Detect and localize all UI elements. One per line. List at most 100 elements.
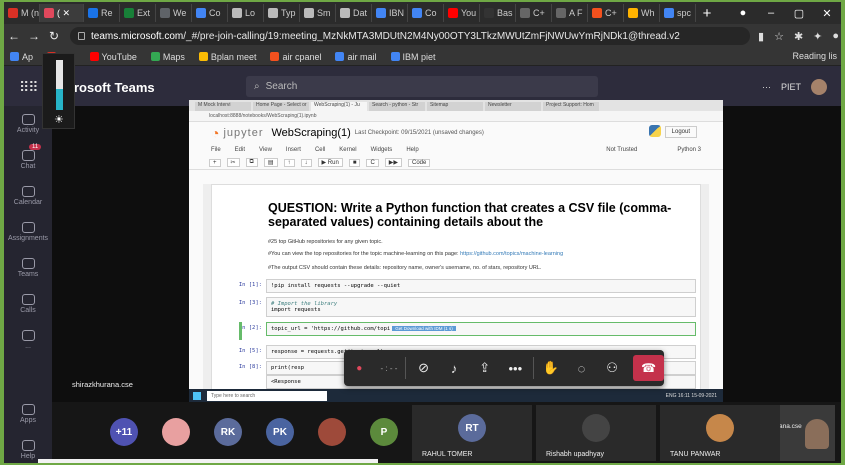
toolbar-button[interactable]: ✂ [226,158,240,167]
chat-icon[interactable]: ◌ [566,350,597,386]
participant-avatar[interactable] [162,418,190,446]
address-bar[interactable]: teams.microsoft.com/_#/pre-join-calling/… [70,27,750,45]
menu-item[interactable]: Insert [286,147,301,153]
browser-tab[interactable]: Bas [480,4,516,22]
browser-tab[interactable]: Lo [228,4,264,22]
browser-tab[interactable]: Ext [120,4,156,22]
toolbar-button[interactable]: ⧉ [245,158,258,167]
bookmark[interactable]: Ap [10,52,33,62]
back-icon[interactable]: ← [4,29,24,43]
app-launcher-icon[interactable]: ⠿⠿ [19,79,38,96]
camera-blocked-icon[interactable]: ▮ [758,30,764,43]
more-options-icon[interactable]: ··· [762,82,771,92]
brightness-popup[interactable]: ☀ [42,53,75,129]
star-icon[interactable]: ☆ [774,30,784,43]
logout-button[interactable]: Logout [664,126,697,138]
browser-tab[interactable]: IBN [372,4,408,22]
menu-item[interactable]: Cell [315,147,325,153]
participant-avatar[interactable]: PK [266,418,294,446]
forward-icon[interactable]: → [24,29,44,43]
browser-tab[interactable]: We [156,4,192,22]
minimize-icon[interactable]: – [757,7,785,19]
browser-tab[interactable]: C+ [516,4,552,22]
new-tab-button[interactable]: + [696,5,718,22]
toolbar-button[interactable]: Code [408,158,431,167]
toolbar-button[interactable]: ■ [348,158,361,167]
overflow-count[interactable]: +11 [110,418,138,446]
bookmark[interactable]: Bplan meet [198,52,256,62]
browser-tab[interactable]: spc [660,4,696,22]
raise-hand-icon[interactable]: ✋ [536,350,567,386]
menu-item[interactable]: Help [406,147,418,153]
rail-item-chat[interactable]: Chat 11 [4,142,52,178]
maximize-icon[interactable]: ▢ [785,7,813,20]
toolbar-button[interactable]: ↑ [283,158,295,167]
browser-tab[interactable]: Dat [336,4,372,22]
menu-item[interactable]: Edit [235,147,245,153]
rail-item-apps[interactable]: Apps [4,396,52,432]
taskbar-search[interactable]: Type here to search [207,391,327,401]
participant-avatar[interactable]: RK [214,418,242,446]
topic-link[interactable]: https://github.com/topics/machine-learni… [460,251,563,257]
record-indicator-icon[interactable]: ● [729,7,757,19]
browser-tab[interactable]: M (nc [4,4,40,22]
bookmark[interactable]: YouTube [89,52,137,62]
rail-item-calls[interactable]: Calls [4,286,52,322]
toolbar-button[interactable]: ▶▶ [384,158,403,167]
more-actions-icon[interactable]: ••• [500,350,531,386]
browser-tab[interactable]: You [444,4,480,22]
idm-download-chip[interactable]: Get Download with IDM (1 s) [392,326,456,331]
profile-icon[interactable]: ● [832,30,839,43]
browser-tab[interactable]: Typ [264,4,300,22]
rail-item-teams[interactable]: Teams [4,250,52,286]
reload-icon[interactable]: ↻ [44,29,64,43]
brightness-slider[interactable] [56,60,63,110]
participant-tile[interactable]: TANU PANWAR [660,405,780,461]
menu-item[interactable]: Kernel [339,147,356,153]
record-icon[interactable]: ● [344,350,375,386]
search-box[interactable]: ⌕ Search [246,76,598,97]
code-cell[interactable]: topic_url = 'https://github.com/topi Get … [266,322,696,336]
close-icon[interactable]: ✕ [813,7,841,20]
participant-tile[interactable]: RT RAHUL TOMER [412,405,532,461]
participant-avatar[interactable] [318,418,346,446]
share-screen-icon[interactable]: ⇪ [469,350,500,386]
menu-item[interactable]: View [259,147,272,153]
toolbar-button[interactable]: ▤ [263,158,278,167]
toolbar-button[interactable]: + [209,158,221,167]
rail-item-calendar[interactable]: Calendar [4,178,52,214]
rail-item-assignments[interactable]: Assignments [4,214,52,250]
bookmark[interactable]: air mail [335,52,377,62]
trust-status[interactable]: Not Trusted [606,147,637,153]
toolbar-button[interactable]: ↓ [300,158,312,167]
bookmark[interactable]: Maps [150,52,185,62]
browser-tab[interactable]: Co [408,4,444,22]
browser-tab[interactable]: A F [552,4,588,22]
code-cell[interactable]: !pip install requests --upgrade --quiet [266,279,696,293]
browser-tab[interactable]: Wh [624,4,660,22]
participant-tile[interactable]: Rishabh upadhyay [536,405,656,461]
windows-start-icon[interactable] [193,392,201,400]
browser-tab[interactable]: Co [192,4,228,22]
bookmark[interactable]: IBM piet [390,52,436,62]
leave-call-button[interactable]: ☎ [633,355,664,381]
mic-off-icon[interactable]: ♪ [439,350,470,386]
user-avatar[interactable] [811,79,827,95]
participant-avatar[interactable]: P [370,418,398,446]
camera-off-icon[interactable]: ⊘ [408,350,439,386]
browser-tab[interactable]: ( ✕ [40,4,84,22]
participants-icon[interactable]: ⚇ [597,350,628,386]
reading-list[interactable]: Reading lis [792,51,837,61]
puzzle-icon[interactable]: ✦ [813,30,822,43]
rail-item-[interactable]: ... [4,322,52,358]
bookmark[interactable]: air cpanel [270,52,321,62]
extension-icon[interactable]: ✱ [794,30,803,43]
toolbar-button[interactable]: C [366,158,379,167]
browser-tab[interactable]: Re [84,4,120,22]
toolbar-button[interactable]: ▶ Run [317,158,343,167]
browser-tab[interactable]: Sm [300,4,336,22]
browser-tab[interactable]: C+ [588,4,624,22]
menu-item[interactable]: Widgets [371,147,393,153]
notebook-title[interactable]: WebScraping(1) [272,127,351,139]
code-cell[interactable]: # Import the library import requests [266,297,696,317]
